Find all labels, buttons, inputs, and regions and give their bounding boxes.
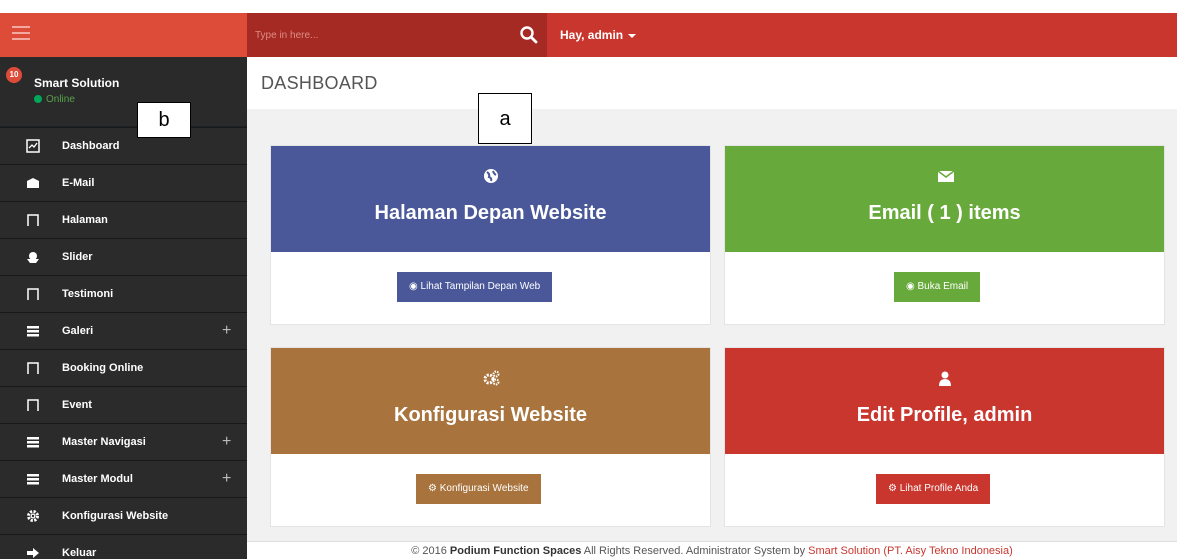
top-navbar: Hay, admin [0, 13, 1177, 57]
card-header: Edit Profile, admin [725, 348, 1164, 454]
annotation-label-b: b [137, 102, 191, 138]
sidebar-menu: Dashboard E-Mail Halaman Slider Testimon… [0, 127, 247, 559]
sidebar-item-label: Master Modul [62, 473, 133, 485]
user-menu-dropdown[interactable]: Hay, admin [560, 28, 637, 42]
sidebar-item-master-navigasi[interactable]: Master Navigasi + [0, 423, 247, 460]
slider-icon [26, 250, 40, 264]
card-website-front: Halaman Depan Website ◉ Lihat Tampilan D… [270, 145, 711, 325]
sidebar-item-label: Halaman [62, 214, 108, 226]
sidebar-item-master-modul[interactable]: Master Modul + [0, 460, 247, 497]
sidebar-item-dashboard[interactable]: Dashboard [0, 127, 247, 164]
page-header [247, 57, 1177, 109]
card-edit-profile: Edit Profile, admin ⚙ Lihat Profile Anda [724, 347, 1165, 527]
main-content: DASHBOARD Halaman Depan Website ◉ Lihat … [247, 57, 1177, 559]
gears-icon: ⚙ [428, 483, 437, 494]
expand-plus-icon[interactable]: + [222, 433, 231, 451]
gears-icon: ⚙ [888, 483, 897, 494]
sidebar-item-label: Slider [62, 251, 93, 263]
sidebar-item-event[interactable]: Event [0, 386, 247, 423]
sidebar-item-email[interactable]: E-Mail [0, 164, 247, 201]
page-icon [26, 287, 40, 301]
page-title: DASHBOARD [261, 73, 378, 93]
sidebar-item-label: Dashboard [62, 140, 120, 152]
card-title: Edit Profile, admin [856, 404, 1033, 426]
caret-down-icon [628, 33, 637, 38]
view-website-button[interactable]: ◉ Lihat Tampilan Depan Web [397, 272, 553, 302]
annotation-label-a: a [478, 93, 532, 144]
footer-text: All Rights Reserved. Administrator Syste… [583, 545, 806, 557]
sidebar: 10 Smart Solution Online Dashboard E-Mai… [0, 57, 247, 559]
gears-icon [483, 370, 499, 386]
sidebar-item-slider[interactable]: Slider [0, 238, 247, 275]
sign-out-icon [26, 546, 40, 559]
list-icon [26, 472, 40, 486]
footer-company: Podium Function Spaces [449, 545, 582, 557]
card-title: Email ( 1 ) items [868, 202, 1021, 224]
app-window: Hay, admin 10 Smart Solution Online Dash… [0, 13, 1177, 559]
sidebar-item-galeri[interactable]: Galeri + [0, 312, 247, 349]
sidebar-item-testimoni[interactable]: Testimoni [0, 275, 247, 312]
sidebar-item-label: E-Mail [62, 177, 95, 189]
expand-plus-icon[interactable]: + [222, 322, 231, 340]
user-icon [937, 370, 953, 386]
menu-toggle-icon[interactable] [12, 26, 30, 40]
footer-copyright: © 2016 [411, 545, 447, 557]
sidebar-item-booking-online[interactable]: Booking Online [0, 349, 247, 386]
eye-icon: ◉ [906, 281, 915, 292]
card-header: Email ( 1 ) items [725, 146, 1164, 252]
status-dot-icon [34, 95, 42, 103]
notification-badge[interactable]: 10 [6, 67, 22, 83]
sidebar-item-label: Booking Online [62, 362, 144, 374]
envelope-icon [937, 168, 954, 184]
expand-plus-icon[interactable]: + [222, 470, 231, 488]
brand-name: Smart Solution [34, 76, 120, 90]
button-label: Konfigurasi Website [439, 483, 529, 494]
button-label: Lihat Tampilan Depan Web [420, 281, 541, 292]
sidebar-item-label: Event [62, 399, 92, 411]
button-label: Lihat Profile Anda [899, 483, 979, 494]
sidebar-item-label: Master Navigasi [62, 436, 146, 448]
open-email-button[interactable]: ◉ Buka Email [894, 272, 981, 302]
page-icon [26, 213, 40, 227]
sidebar-item-konfigurasi-website[interactable]: Konfigurasi Website [0, 497, 247, 534]
gear-icon [26, 509, 40, 523]
footer-vendor-link[interactable]: Smart Solution (PT. Aisy Tekno Indonesia… [808, 545, 1013, 557]
sidebar-item-label: Testimoni [62, 288, 114, 300]
navbar-logo-area [0, 13, 247, 57]
page-icon [26, 398, 40, 412]
envelope-icon [26, 176, 40, 190]
sidebar-item-keluar[interactable]: Keluar [0, 534, 247, 559]
sidebar-item-label: Galeri [62, 325, 94, 337]
dashboard-icon [26, 139, 40, 153]
search-bar [247, 13, 547, 57]
card-email: Email ( 1 ) items ◉ Buka Email [724, 145, 1165, 325]
user-greeting: Hay, admin [560, 28, 624, 42]
sidebar-item-halaman[interactable]: Halaman [0, 201, 247, 238]
website-config-button[interactable]: ⚙ Konfigurasi Website [416, 474, 541, 504]
sidebar-item-label: Konfigurasi Website [62, 510, 169, 522]
list-icon [26, 324, 40, 338]
footer: © 2016 Podium Function Spaces All Rights… [247, 541, 1177, 559]
card-header: Halaman Depan Website [271, 146, 710, 252]
page-icon [26, 361, 40, 375]
view-profile-button[interactable]: ⚙ Lihat Profile Anda [876, 474, 991, 504]
card-title: Halaman Depan Website [374, 202, 607, 224]
search-icon[interactable] [519, 25, 539, 45]
online-status: Online [34, 94, 75, 105]
card-website-config: Konfigurasi Website ⚙ Konfigurasi Websit… [270, 347, 711, 527]
status-text: Online [46, 94, 75, 105]
sidebar-item-label: Keluar [62, 547, 97, 559]
search-input[interactable] [255, 25, 505, 45]
sidebar-user-panel: 10 Smart Solution Online [0, 57, 247, 127]
list-icon [26, 435, 40, 449]
button-label: Buka Email [917, 281, 969, 292]
globe-icon [483, 168, 499, 184]
card-title: Konfigurasi Website [394, 404, 587, 426]
eye-icon: ◉ [409, 281, 418, 292]
card-header: Konfigurasi Website [271, 348, 710, 454]
